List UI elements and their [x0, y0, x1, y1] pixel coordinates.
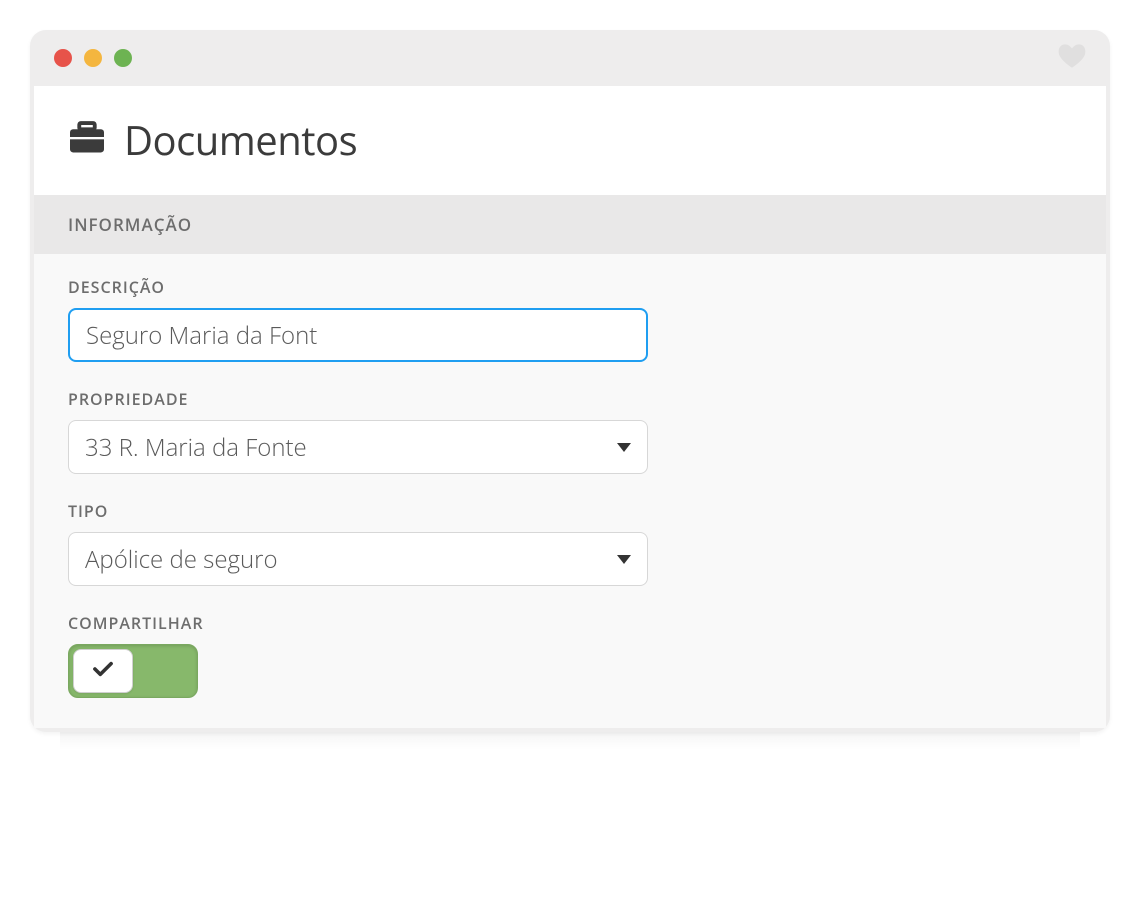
- window-shadow: [60, 732, 1080, 750]
- type-select[interactable]: Apólice de seguro: [68, 532, 648, 586]
- property-label: PROPRIEDADE: [68, 388, 1072, 410]
- section-header: INFORMAÇÃO: [34, 195, 1106, 254]
- traffic-lights: [54, 49, 132, 67]
- briefcase-icon: [68, 120, 106, 159]
- share-label: COMPARTILHAR: [68, 612, 1072, 634]
- chevron-down-icon: [617, 443, 631, 452]
- check-icon: [92, 660, 114, 683]
- app-window: Documentos INFORMAÇÃO DESCRIÇÃO PROPRIED…: [30, 30, 1110, 732]
- share-toggle[interactable]: [68, 644, 198, 698]
- close-window-button[interactable]: [54, 49, 72, 67]
- form-group-property: PROPRIEDADE 33 R. Maria da Fonte: [68, 388, 1072, 474]
- property-select[interactable]: 33 R. Maria da Fonte: [68, 420, 648, 474]
- toggle-handle: [73, 649, 133, 693]
- property-selected-value: 33 R. Maria da Fonte: [85, 431, 307, 464]
- page-header: Documentos: [34, 86, 1106, 195]
- form-group-share: COMPARTILHAR: [68, 612, 1072, 698]
- form-body: DESCRIÇÃO PROPRIEDADE 33 R. Maria da Fon…: [34, 254, 1106, 728]
- form-group-description: DESCRIÇÃO: [68, 276, 1072, 362]
- heart-icon[interactable]: [1058, 43, 1086, 74]
- chevron-down-icon: [617, 555, 631, 564]
- description-input[interactable]: [68, 308, 648, 362]
- form-group-type: TIPO Apólice de seguro: [68, 500, 1072, 586]
- maximize-window-button[interactable]: [114, 49, 132, 67]
- type-selected-value: Apólice de seguro: [85, 543, 278, 576]
- minimize-window-button[interactable]: [84, 49, 102, 67]
- content-area: Documentos INFORMAÇÃO DESCRIÇÃO PROPRIED…: [34, 86, 1106, 728]
- type-label: TIPO: [68, 500, 1072, 522]
- description-label: DESCRIÇÃO: [68, 276, 1072, 298]
- form-panel: INFORMAÇÃO DESCRIÇÃO PROPRIEDADE 33 R. M…: [34, 195, 1106, 728]
- page-title: Documentos: [124, 112, 357, 167]
- window-titlebar: [30, 30, 1110, 86]
